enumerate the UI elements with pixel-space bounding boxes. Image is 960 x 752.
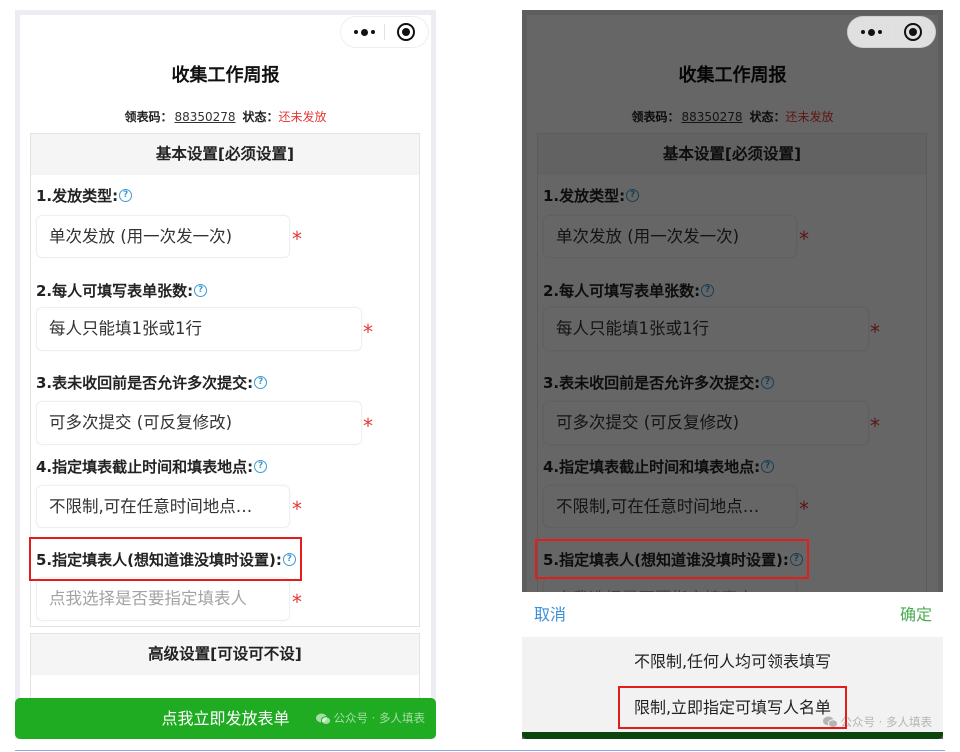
form-code-link[interactable]: 88350278 [174,110,235,124]
target-circle-icon[interactable] [904,23,922,41]
deadline-location-picker[interactable]: 不限制,可在任意时间地点… [36,485,290,528]
field-label-forms-per-person: 2.每人可填写表单张数: [36,280,208,302]
field-label-text: 1.发放类型: [36,187,119,205]
picker-header: 取消 确定 [522,592,943,637]
issue-form-button[interactable]: 点我立即发放表单 公众号 · 多人填表 [15,698,436,739]
status-value: 还未发放 [278,110,327,124]
field-label-text: 2.每人可填写表单张数: [36,282,194,300]
picker-confirm-button[interactable]: 确定 [900,592,932,637]
field-label-deadline-location: 4.指定填表截止时间和填表地点: [36,456,268,478]
multiple-submit-picker[interactable]: 可多次提交 (可反复修改) [36,401,362,445]
basic-settings-header: 基本设置[必须设置] [31,134,419,175]
picker-option-unrestricted[interactable]: 不限制,任何人均可领表填写 [522,639,943,685]
phone-screen-picker: 收集工作周报 领表码：88350278状态：还未发放 基本设置[必须设置] 1.… [522,10,943,739]
field-label-multiple-submit: 3.表未收回前是否允许多次提交: [36,372,268,394]
miniprogram-capsule [847,16,936,48]
designated-fillers-picker[interactable]: 点我选择是否要指定填表人 [36,577,290,621]
more-dots-icon[interactable] [349,17,379,47]
required-mark: * [292,497,302,521]
required-mark: * [292,227,302,251]
miniprogram-capsule [340,16,429,48]
required-mark: * [363,414,373,438]
page-title: 收集工作周报 [171,65,280,86]
capsule-divider [384,24,385,40]
advanced-settings-header[interactable]: 高级设置[可设可不设] [31,634,419,675]
required-mark: * [292,590,302,614]
help-icon[interactable] [254,460,268,473]
watermark-text: 公众号 · 多人填表 [840,715,932,729]
phone-screen-form: 收集工作周报 领表码： 88350278 状态：还未发放 基本设置[必须设置] 1.… [15,10,436,739]
forms-per-person-picker[interactable]: 每人只能填1张或1行 [36,307,362,351]
watermark-text: 公众号 · 多人填表 [333,711,425,725]
field-label-text: 3.表未收回前是否允许多次提交: [36,374,254,392]
wechat-icon [315,713,331,725]
issue-type-picker[interactable]: 单次发放 (用一次发一次) [36,215,290,258]
help-icon[interactable] [119,189,133,202]
more-dots-icon[interactable] [856,17,886,47]
annotation-highlight-box [29,537,302,581]
help-icon[interactable] [194,284,208,297]
annotation-highlight-box [618,686,847,729]
form-code-label: 领表码： [124,110,173,124]
issue-form-button-label: 点我立即发放表单 [161,709,290,728]
bottom-divider [15,750,945,751]
watermark: 公众号 · 多人填表 [315,698,425,739]
help-icon[interactable] [254,376,268,389]
picker-cancel-button[interactable]: 取消 [534,592,566,637]
annotation-highlight-box [535,539,809,579]
required-mark: * [363,320,373,344]
capsule-divider [891,24,892,40]
target-circle-icon[interactable] [397,23,415,41]
field-label-issue-type: 1.发放类型: [36,185,133,207]
form-status-line: 领表码：88350278 状态：还未发放 [15,109,436,125]
field-label-text: 4.指定填表截止时间和填表地点: [36,458,254,476]
status-label: 状态： [242,110,279,124]
